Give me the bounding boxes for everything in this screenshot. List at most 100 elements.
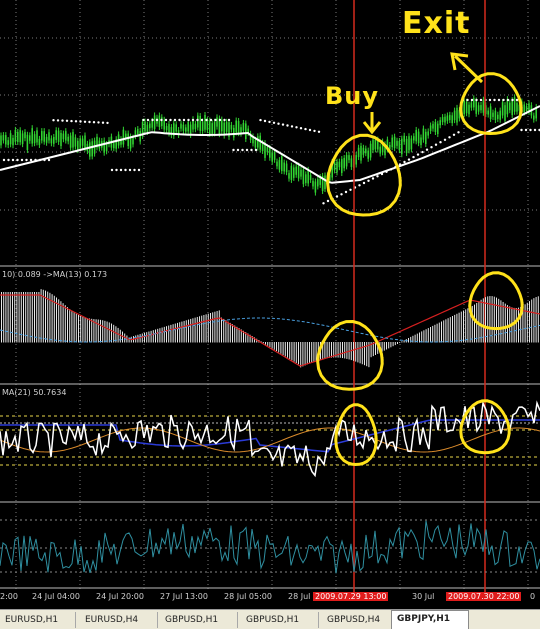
macd-histogram-bar [102, 320, 104, 343]
psar-dot [151, 118, 154, 122]
price-candle [492, 112, 494, 117]
psar-dot [70, 119, 73, 123]
psar-dot [398, 163, 402, 166]
macd-histogram-bar [388, 342, 390, 349]
macd-histogram-bar [467, 308, 469, 343]
time-tick: 24 Jul 04:00 [32, 592, 80, 601]
psar-dot [83, 120, 87, 124]
price-candle [309, 174, 312, 180]
price-candle [84, 135, 86, 149]
macd-histogram-bar [447, 318, 449, 343]
price-candle [408, 136, 410, 151]
tab-gbpusd-h1-2[interactable]: GBPUSD,H1 [241, 612, 319, 628]
price-candle [312, 180, 314, 187]
macd-histogram-bar [269, 342, 271, 348]
price-candle [302, 169, 305, 185]
psar-dot [2, 158, 6, 162]
price-candle [201, 121, 204, 132]
tab-eurusd-h1[interactable]: EURUSD,H1 [0, 612, 76, 628]
macd-histogram-bar [449, 317, 451, 343]
price-candle [372, 139, 374, 151]
time-tick-highlight: 2009.07.29 13:00 [313, 592, 389, 601]
price-candle [391, 137, 393, 148]
psar-dot [479, 98, 483, 102]
psar-dot [367, 179, 370, 182]
psar-dot [439, 141, 442, 144]
price-candle [235, 120, 237, 133]
macd-histogram-bar [496, 297, 497, 343]
psar-dot [187, 118, 190, 122]
macd-histogram-bar [232, 324, 233, 343]
psar-dot [304, 127, 307, 131]
macd-histogram-bar [529, 301, 530, 343]
psar-dot [259, 118, 262, 122]
macd-histogram-bar [236, 326, 238, 343]
price-candle [266, 147, 269, 153]
price-candle [69, 135, 72, 148]
price-candle [449, 114, 451, 121]
macd-histogram-bar [157, 328, 159, 343]
price-candle [53, 136, 55, 144]
psar-dot [178, 118, 181, 122]
psar-dot [466, 98, 469, 102]
price-candle [144, 121, 146, 132]
macd-histogram-bar [62, 303, 64, 343]
price-candle [225, 121, 228, 132]
exit-arrow-annotation [450, 52, 484, 84]
price-candle [273, 151, 276, 160]
macd-histogram-bar [214, 311, 216, 343]
macd-histogram-bar [3, 292, 5, 343]
tab-gbpjpy-h1[interactable]: GBPJPY,H1 [391, 610, 469, 629]
macd-histogram-bar [425, 329, 427, 343]
price-candle [417, 131, 420, 144]
macd-histogram-bar [313, 342, 315, 362]
price-candle [305, 174, 307, 183]
macd-histogram-bar [185, 320, 187, 343]
psar-dot [142, 118, 145, 122]
chart-area[interactable]: 10) 0.089 ->MA(13) 0.173 MA(21) 50.7634 … [0, 0, 540, 609]
price-candle [403, 135, 405, 142]
macd-histogram-bar [67, 307, 68, 343]
psar-dot [380, 172, 384, 176]
macd-histogram-bar [216, 311, 218, 343]
macd-histogram-bar [383, 342, 385, 351]
macd-histogram-bar [328, 342, 330, 358]
price-candle [489, 106, 492, 120]
macd-histogram-bar [355, 342, 357, 362]
price-candle [494, 110, 497, 121]
psar-dot [488, 98, 492, 102]
macd-histogram-bar [199, 316, 200, 343]
psar-dot [97, 121, 100, 124]
macd-histogram-bar [432, 325, 434, 343]
macd-histogram-bar [210, 313, 211, 343]
tab-gbpusd-h1[interactable]: GBPUSD,H1 [160, 612, 238, 628]
macd-histogram-bar [207, 313, 209, 343]
macd-histogram-bar [196, 316, 198, 343]
psar-dot [263, 119, 267, 123]
tab-gbpusd-h4[interactable]: GBPUSD,H4 [322, 612, 400, 628]
price-chart-svg[interactable] [0, 0, 540, 592]
macd-histogram-bar [106, 321, 108, 343]
psar-dot [254, 148, 258, 152]
price-candle [19, 130, 21, 143]
tab-eurusd-h4[interactable]: EURUSD,H4 [80, 612, 158, 628]
macd-histogram-bar [524, 304, 526, 343]
macd-histogram-bar [163, 326, 165, 343]
psar-dot [214, 118, 217, 122]
macd-histogram-bar [386, 342, 387, 350]
price-candle [427, 131, 429, 136]
macd-histogram-bar [177, 322, 178, 343]
psar-dot [362, 181, 366, 185]
price-candle [199, 116, 201, 131]
psar-dot [344, 190, 348, 194]
macd-histogram-bar [82, 316, 84, 343]
psar-dot [101, 121, 105, 124]
price-candle [79, 138, 81, 148]
psar-dot [38, 158, 42, 162]
psar-dot [434, 143, 438, 146]
macd-histogram-bar [84, 317, 86, 343]
macd-histogram-bar [179, 322, 181, 343]
price-candle [480, 105, 482, 111]
price-candle [511, 100, 513, 116]
macd-histogram-bar [172, 324, 174, 343]
